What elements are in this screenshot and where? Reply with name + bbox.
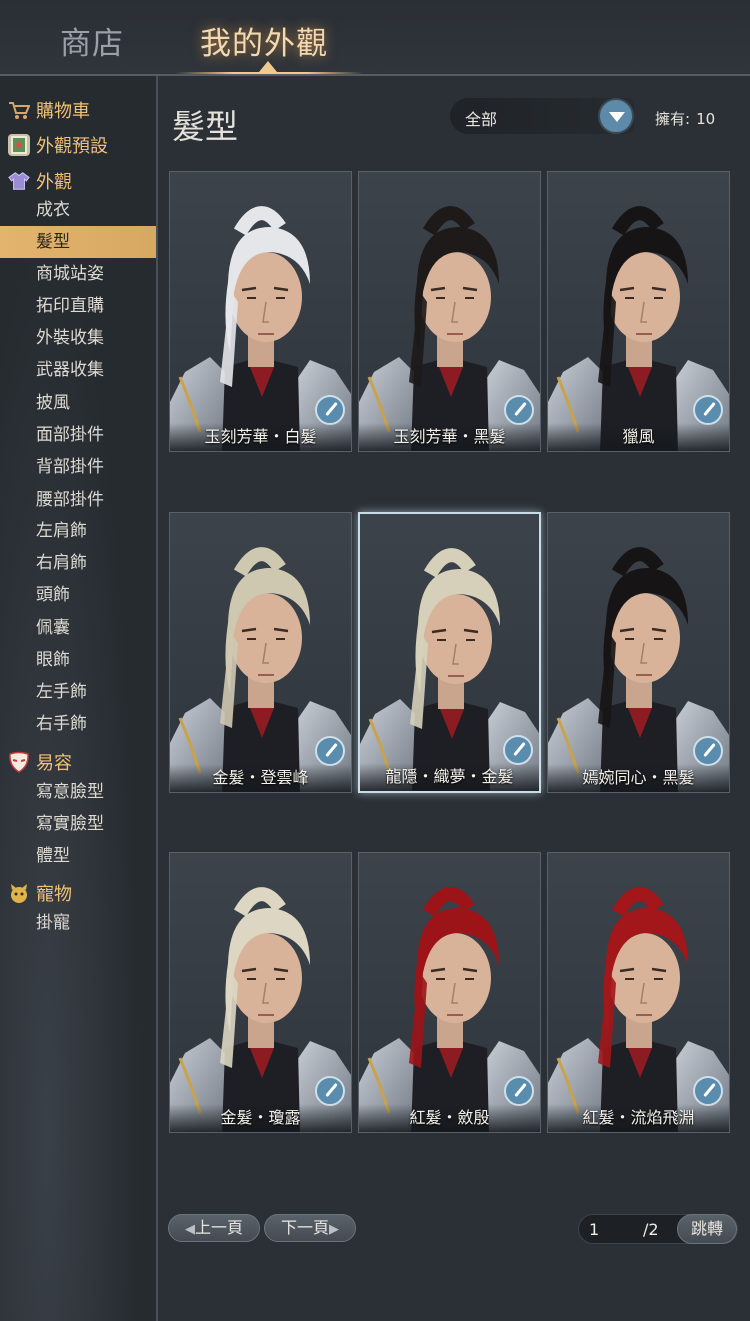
- paint-brush-icon[interactable]: [504, 1076, 534, 1106]
- chevron-down-icon[interactable]: [598, 98, 634, 134]
- sidebar-category-label: 易容: [36, 753, 72, 774]
- next-page-button[interactable]: 下一頁▶: [264, 1214, 356, 1242]
- owned-count: 擁有: 10: [655, 108, 715, 129]
- hairstyle-name: 龍隱・織夢・金髮: [360, 763, 539, 791]
- sidebar-category-label: 外觀預設: [36, 136, 108, 157]
- jump-button[interactable]: 跳轉: [677, 1214, 737, 1244]
- sidebar-item-freehand-face[interactable]: 寫意臉型: [36, 778, 104, 806]
- sidebar-item-rubbing-purchase[interactable]: 拓印直購: [36, 292, 104, 320]
- sidebar-item-back-pendant[interactable]: 背部掛件: [36, 453, 104, 481]
- sidebar-item-cape[interactable]: 披風: [36, 389, 70, 417]
- owned-label: 擁有:: [655, 110, 691, 128]
- sidebar-item-eyewear[interactable]: 眼飾: [36, 646, 70, 674]
- paint-brush-icon[interactable]: [693, 1076, 723, 1106]
- hairstyle-name: 玉刻芳華・白髮: [170, 423, 351, 451]
- hairstyle-card[interactable]: 獵風: [547, 171, 730, 452]
- sidebar-category-preset[interactable]: 外觀預設: [8, 131, 108, 159]
- hairstyle-name: 嫣婉同心・黑髮: [548, 764, 729, 792]
- paint-brush-icon[interactable]: [693, 736, 723, 766]
- sidebar-category-disguise[interactable]: 易容: [8, 748, 72, 776]
- hairstyle-card[interactable]: 玉刻芳華・白髮: [169, 171, 352, 452]
- sidebar-item-hairstyle[interactable]: 髮型: [0, 226, 156, 258]
- tab-shop[interactable]: 商店: [60, 18, 124, 63]
- sidebar: 購物車 外觀預設 外觀 成衣 髮型 商城站姿 拓印直購 外裝收集 武器收集 披風…: [0, 76, 158, 1321]
- sidebar-category-cart[interactable]: 購物車: [8, 96, 90, 124]
- hairstyle-name: 金髮・登雲峰: [170, 764, 351, 792]
- filter-selected-value: 全部: [465, 110, 498, 129]
- paint-brush-icon[interactable]: [503, 735, 533, 765]
- hairstyle-card[interactable]: 金髮・瓊露: [169, 852, 352, 1133]
- page-number-input[interactable]: 1: [589, 1220, 599, 1239]
- page-total: /2: [643, 1220, 659, 1239]
- sidebar-item-waist-pendant[interactable]: 腰部掛件: [36, 486, 104, 514]
- cart-icon: [8, 99, 30, 121]
- sidebar-item-left-hand[interactable]: 左手飾: [36, 678, 87, 706]
- page-title: 髮型: [172, 107, 238, 146]
- sidebar-category-pet[interactable]: 寵物: [8, 879, 72, 907]
- sidebar-item-mall-pose[interactable]: 商城站姿: [36, 260, 104, 288]
- next-page-label: 下一頁: [280, 1218, 329, 1237]
- sidebar-item-right-shoulder[interactable]: 右肩飾: [36, 549, 87, 577]
- sidebar-category-label: 購物車: [36, 101, 90, 122]
- sidebar-item-headwear[interactable]: 頭飾: [36, 581, 70, 609]
- hairstyle-card[interactable]: 嫣婉同心・黑髮: [547, 512, 730, 793]
- sidebar-item-weapon-collection[interactable]: 武器收集: [36, 356, 104, 384]
- sidebar-item-pouch[interactable]: 佩囊: [36, 614, 70, 642]
- sidebar-item-ready-outfit[interactable]: 成衣: [36, 196, 70, 224]
- tab-my-appearance[interactable]: 我的外觀: [200, 18, 328, 63]
- filter-dropdown[interactable]: 全部: [450, 98, 634, 134]
- pet-icon: [8, 882, 30, 904]
- sidebar-item-realistic-face[interactable]: 寫實臉型: [36, 810, 104, 838]
- owned-value: 10: [696, 110, 716, 128]
- hairstyle-card[interactable]: 紅髮・流焰飛淵: [547, 852, 730, 1133]
- paint-brush-icon[interactable]: [504, 395, 534, 425]
- mask-icon: [8, 751, 30, 773]
- hairstyle-name: 紅髮・斂殷: [359, 1104, 540, 1132]
- hairstyle-card[interactable]: 龍隱・織夢・金髮: [358, 512, 541, 793]
- sidebar-category-label: 外觀: [36, 172, 72, 193]
- sidebar-category-label: 寵物: [36, 884, 72, 905]
- hairstyle-card[interactable]: 紅髮・斂殷: [358, 852, 541, 1133]
- sidebar-item-outfit-collection[interactable]: 外裝收集: [36, 324, 104, 352]
- hairstyle-name: 玉刻芳華・黑髮: [359, 423, 540, 451]
- sidebar-item-hanging-pet[interactable]: 掛寵: [36, 909, 70, 937]
- top-tab-bar: 商店 我的外觀: [0, 0, 750, 76]
- paint-brush-icon[interactable]: [315, 395, 345, 425]
- sidebar-item-body-shape[interactable]: 體型: [36, 842, 70, 870]
- paint-brush-icon[interactable]: [315, 736, 345, 766]
- sidebar-item-face-pendant[interactable]: 面部掛件: [36, 421, 104, 449]
- sidebar-category-outfit[interactable]: 外觀: [8, 167, 72, 195]
- page-jump-control: 1 /2 跳轉: [578, 1214, 738, 1244]
- prev-page-button[interactable]: ◀上一頁: [168, 1214, 260, 1242]
- hairstyle-name: 金髮・瓊露: [170, 1104, 351, 1132]
- active-tab-caret-icon: [259, 61, 277, 72]
- paint-brush-icon[interactable]: [693, 395, 723, 425]
- chevron-right-icon: ▶: [329, 1222, 339, 1237]
- paint-brush-icon[interactable]: [315, 1076, 345, 1106]
- hairstyle-card[interactable]: 玉刻芳華・黑髮: [358, 171, 541, 452]
- outfit-icon: [8, 170, 30, 192]
- hairstyle-name: 獵風: [548, 423, 729, 451]
- chevron-left-icon: ◀: [184, 1222, 195, 1237]
- hairstyle-name: 紅髮・流焰飛淵: [548, 1104, 729, 1132]
- prev-page-label: 上一頁: [194, 1218, 243, 1237]
- sidebar-item-left-shoulder[interactable]: 左肩飾: [36, 517, 87, 545]
- hairstyle-card[interactable]: 金髮・登雲峰: [169, 512, 352, 793]
- preset-icon: [8, 134, 30, 156]
- sidebar-item-right-hand[interactable]: 右手飾: [36, 710, 87, 738]
